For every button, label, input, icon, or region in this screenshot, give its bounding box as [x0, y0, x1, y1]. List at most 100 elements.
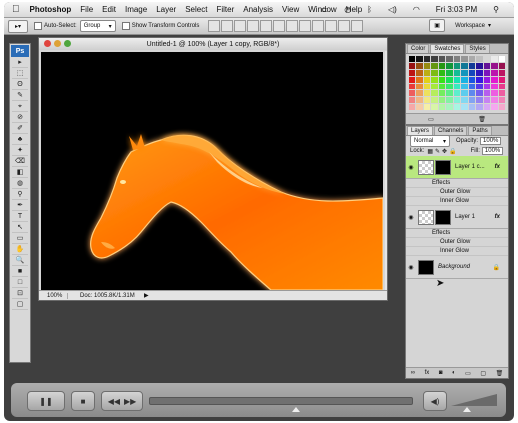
swatch-cell[interactable]: [468, 56, 476, 62]
add-mask-icon[interactable]: ◙: [439, 370, 443, 376]
swatch-cell[interactable]: [438, 83, 446, 90]
lock-position-icon[interactable]: ✥: [442, 148, 447, 155]
background-color-icon[interactable]: □: [12, 278, 28, 288]
new-layer-icon[interactable]: ▢: [480, 370, 486, 377]
type-tool-icon[interactable]: T: [12, 212, 28, 222]
healing-brush-icon[interactable]: ✐: [12, 124, 28, 134]
swatch-cell[interactable]: [423, 76, 431, 83]
lasso-tool-icon[interactable]: ʘ: [12, 80, 28, 90]
menu-filter[interactable]: Filter: [216, 5, 234, 14]
swatch-cell[interactable]: [461, 76, 468, 83]
spotlight-icon[interactable]: ⚲: [493, 5, 499, 14]
swatch-cell[interactable]: [461, 69, 468, 76]
swatch-cell[interactable]: [498, 104, 505, 110]
clock[interactable]: Fri 3:03 PM: [436, 5, 477, 14]
new-swatch-icon[interactable]: ▭: [428, 116, 434, 123]
zoom-level[interactable]: 100%: [39, 292, 68, 299]
rewind-icon[interactable]: ◀◀: [108, 397, 120, 406]
history-brush-icon[interactable]: ✦: [12, 146, 28, 156]
zoom-window-icon[interactable]: [64, 40, 71, 47]
swatch-cell[interactable]: [453, 104, 461, 110]
swatch-cell[interactable]: [438, 97, 446, 104]
delete-layer-icon[interactable]: 🗑: [496, 370, 504, 377]
swatch-cell[interactable]: [431, 97, 438, 104]
volume-icon[interactable]: ◁): [388, 5, 397, 14]
swatch-cell[interactable]: [468, 62, 476, 69]
volume-marker[interactable]: [463, 407, 471, 412]
effect-outer-glow[interactable]: Outer Glow: [406, 188, 508, 197]
marquee-tool-icon[interactable]: ⬚: [12, 69, 28, 79]
swatch-cell[interactable]: [491, 97, 498, 104]
swatch-cell[interactable]: [476, 69, 483, 76]
swatch-cell[interactable]: [498, 76, 505, 83]
swatch-cell[interactable]: [423, 56, 431, 62]
effects-group[interactable]: Effects: [406, 179, 508, 188]
swatch-cell[interactable]: [438, 90, 446, 97]
swatch-cell[interactable]: [431, 62, 438, 69]
swatch-cell[interactable]: [423, 90, 431, 97]
add-style-icon[interactable]: fx: [425, 370, 430, 376]
swatch-cell[interactable]: [483, 69, 491, 76]
magic-wand-tool-icon[interactable]: ✎: [12, 91, 28, 101]
zoom-tool-icon[interactable]: 🔍: [12, 256, 28, 266]
visibility-eye-icon[interactable]: ◉: [406, 264, 416, 271]
swatch-cell[interactable]: [476, 83, 483, 90]
swatch-cell[interactable]: [483, 97, 491, 104]
effect-outer-glow[interactable]: Outer Glow: [406, 238, 508, 247]
playhead-marker[interactable]: [292, 407, 300, 412]
layer-name[interactable]: Background: [438, 264, 470, 270]
layer-mask-thumbnail[interactable]: [435, 209, 451, 225]
swatch-cell[interactable]: [416, 90, 423, 97]
distribute-vcenter-icon[interactable]: [299, 20, 312, 32]
path-selection-icon[interactable]: ↖: [12, 223, 28, 233]
move-tool-icon[interactable]: ▸: [12, 58, 28, 68]
distribute-bottom-icon[interactable]: [312, 20, 325, 32]
swatch-cell[interactable]: [453, 69, 461, 76]
swatch-cell[interactable]: [491, 62, 498, 69]
rewind-forward-button[interactable]: ◀◀ ▶▶: [101, 391, 143, 411]
move-tool-preset-button[interactable]: ▸▾: [8, 19, 28, 33]
swatch-cell[interactable]: [498, 90, 505, 97]
swatch-cell[interactable]: [476, 62, 483, 69]
align-right-icon[interactable]: [273, 20, 286, 32]
swatch-cell[interactable]: [431, 90, 438, 97]
swatch-cell[interactable]: [416, 104, 423, 110]
swatch-cell[interactable]: [476, 56, 483, 62]
align-bottom-icon[interactable]: [234, 20, 247, 32]
swatch-cell[interactable]: [416, 56, 423, 62]
eraser-tool-icon[interactable]: ⌫: [12, 157, 28, 167]
swatch-cell[interactable]: [416, 76, 423, 83]
swatch-cell[interactable]: [476, 104, 483, 110]
swatch-cell[interactable]: [409, 62, 416, 69]
swatch-cell[interactable]: [431, 76, 438, 83]
swatch-cell[interactable]: [446, 76, 453, 83]
swatch-cell[interactable]: [431, 69, 438, 76]
swatch-cell[interactable]: [431, 83, 438, 90]
adjustment-layer-icon[interactable]: ◐: [452, 370, 456, 376]
layer-fx-icon[interactable]: fx: [495, 164, 500, 170]
pen-tool-icon[interactable]: ✒: [12, 201, 28, 211]
effect-inner-glow[interactable]: Inner Glow: [406, 247, 508, 256]
swatch-cell[interactable]: [416, 62, 423, 69]
clone-stamp-icon[interactable]: ♣: [12, 135, 28, 145]
menu-analysis[interactable]: Analysis: [243, 5, 273, 14]
swatch-cell[interactable]: [446, 83, 453, 90]
swatch-cell[interactable]: [498, 69, 505, 76]
swatch-cell[interactable]: [423, 69, 431, 76]
show-transform-checkbox[interactable]: [121, 22, 130, 30]
blend-mode-dropdown[interactable]: Normal ▾: [410, 135, 450, 147]
crop-tool-icon[interactable]: ⌖: [12, 102, 28, 112]
screen-mode-icon[interactable]: ▢: [12, 300, 28, 310]
swatch-cell[interactable]: [438, 104, 446, 110]
swatch-cell[interactable]: [491, 83, 498, 90]
swatch-cell[interactable]: [461, 90, 468, 97]
quick-mask-icon[interactable]: ⊡: [12, 289, 28, 299]
swatch-cell[interactable]: [409, 104, 416, 110]
tab-color[interactable]: Color: [407, 44, 430, 53]
pause-button[interactable]: ❚❚: [27, 391, 65, 411]
playback-scrubber[interactable]: [149, 397, 413, 405]
swatch-cell[interactable]: [476, 90, 483, 97]
swatch-cell[interactable]: [468, 104, 476, 110]
dodge-tool-icon[interactable]: ⚲: [12, 190, 28, 200]
swatch-cell[interactable]: [498, 56, 505, 62]
